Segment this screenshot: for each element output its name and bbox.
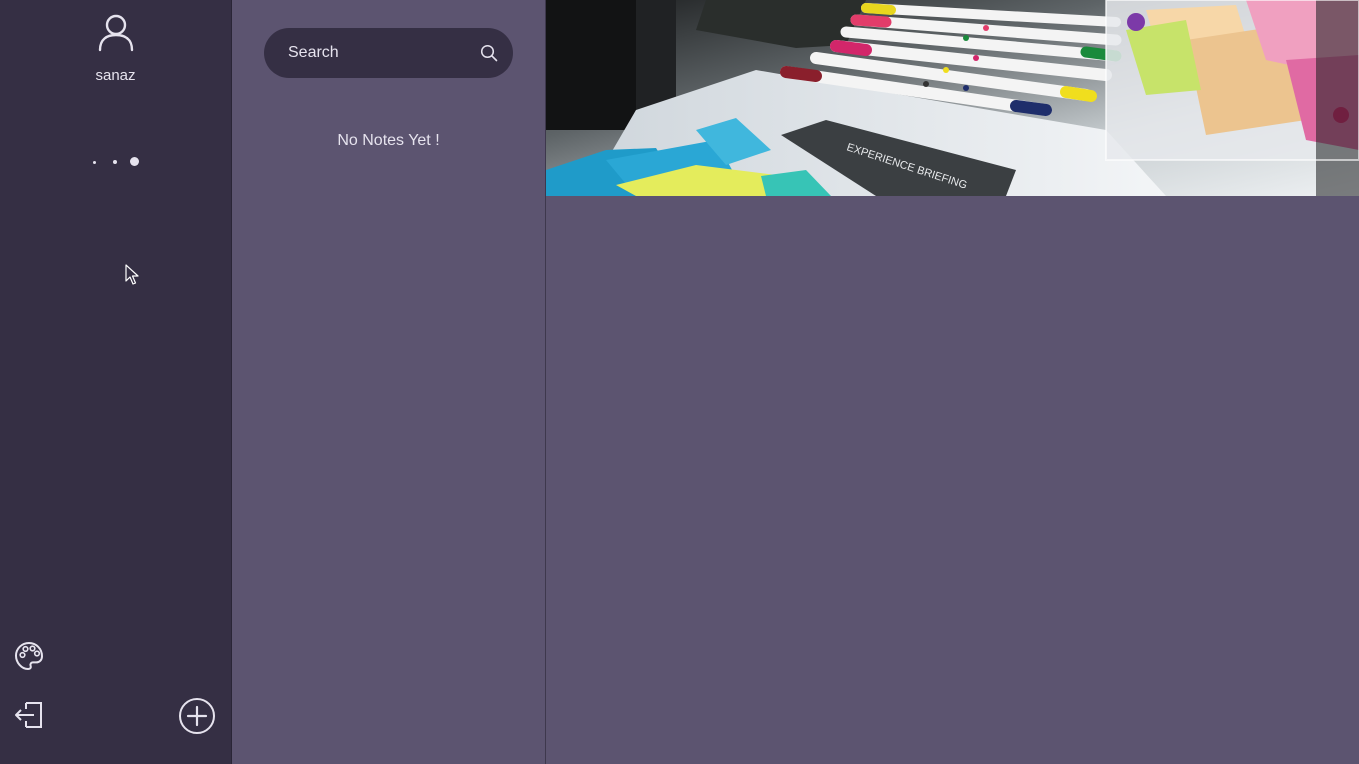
note-editor-area: EXPERIENCE BRIEFING	[546, 0, 1359, 764]
plus-circle-icon[interactable]	[178, 697, 216, 735]
user-icon	[98, 14, 133, 52]
notes-app: sanaz Search No Notes Yet ! EXPERIENCE B…	[0, 0, 1359, 764]
desk-photo: EXPERIENCE BRIEFING	[546, 0, 1359, 196]
dots-icon	[88, 155, 144, 169]
user-profile[interactable]: sanaz	[0, 12, 231, 84]
search-bar	[264, 28, 513, 78]
empty-notes-message: No Notes Yet !	[337, 132, 440, 149]
sidebar: sanaz	[0, 0, 232, 764]
mouse-cursor-icon	[125, 264, 139, 285]
notes-list-panel: No Notes Yet !	[232, 0, 546, 764]
palette-icon[interactable]	[13, 640, 45, 672]
search-icon[interactable]	[480, 44, 498, 62]
logout-icon[interactable]	[13, 699, 45, 731]
search-input[interactable]	[288, 28, 468, 78]
header-banner-image: EXPERIENCE BRIEFING	[546, 0, 1359, 196]
user-name: sanaz	[95, 67, 136, 84]
